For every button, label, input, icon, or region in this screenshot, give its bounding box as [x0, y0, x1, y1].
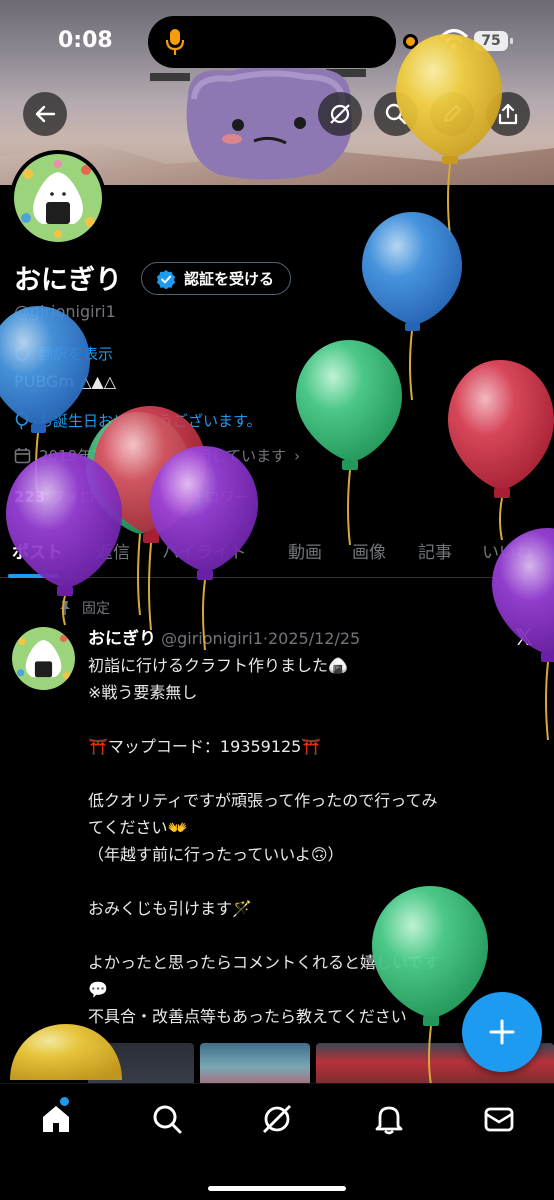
status-bar: 0:08 75: [0, 0, 554, 84]
status-time: 0:08: [58, 28, 113, 53]
post-line: 💬: [88, 980, 108, 999]
post-line: [88, 868, 538, 895]
post-line: てください👐: [88, 818, 188, 837]
bottom-navigation: [0, 1083, 554, 1200]
translate-label: 翻訳を表示: [38, 345, 114, 363]
pinned-indicator: 固定: [58, 598, 110, 618]
home-notification-dot: [60, 1097, 69, 1106]
notifications-icon[interactable]: [372, 1102, 406, 1136]
compose-post-button[interactable]: [462, 992, 542, 1072]
privacy-indicator-dot: [403, 34, 418, 49]
joined-date[interactable]: 2019年10月からXを利用しています ›: [14, 445, 300, 466]
post-line: [88, 706, 538, 733]
pinned-label: 固定: [82, 601, 110, 617]
following-count: 223: [14, 488, 46, 506]
followers-label: フォロワー: [174, 488, 250, 506]
balloon-green: [296, 340, 402, 546]
balloon-icon: [15, 411, 29, 429]
balloon-blue: [0, 306, 90, 501]
share-icon: [498, 103, 518, 125]
tab-posts[interactable]: ポスト: [12, 538, 63, 563]
post-line: [88, 760, 538, 787]
profile-handle: @girionigiri1: [14, 302, 116, 321]
pin-icon: [60, 601, 70, 615]
birthday-message: お誕生日おめでとうございます。: [14, 410, 262, 431]
translate-bio-link[interactable]: 翻訳を表示: [14, 343, 113, 364]
followers-count: 33: [149, 488, 170, 506]
balloon-red: [448, 360, 554, 541]
search-icon[interactable]: [150, 1102, 184, 1136]
joined-text: 2019年10月からXを利用しています: [39, 447, 287, 465]
onigiri-avatar-image: [14, 154, 102, 242]
post-line: [88, 922, 538, 949]
microphone-icon: [166, 29, 184, 55]
grok-icon[interactable]: [260, 1102, 294, 1136]
balloon-green: [86, 412, 190, 616]
post-date[interactable]: 2025/12/25: [268, 629, 360, 648]
dynamic-island: [148, 16, 396, 68]
post-line: ⛩️マップコード：19359125⛩️: [88, 737, 322, 756]
post-line: よかったと思ったらコメントくれると嬉しいです: [88, 953, 440, 972]
translate-icon: [15, 346, 29, 361]
following-label: フォロー中: [50, 488, 126, 506]
tab-articles[interactable]: 記事: [418, 538, 452, 563]
grok-icon: [330, 104, 350, 124]
get-verified-label: 認証を受ける: [184, 270, 275, 288]
follow-stats: 223 フォロー中 33 フォロワー: [14, 486, 250, 507]
back-button[interactable]: [23, 92, 67, 136]
battery-indicator: 75: [474, 31, 513, 51]
post-header: おにぎり @girionigiri1·2025/12/25: [88, 629, 361, 649]
onigiri-avatar-image: [12, 627, 75, 690]
grok-button[interactable]: [318, 92, 362, 136]
home-indicator: [208, 1186, 346, 1191]
balloon-blue: [362, 212, 462, 401]
profile-display-name: おにぎり: [14, 265, 122, 296]
verified-badge-icon: [156, 269, 176, 289]
followers-link[interactable]: 33 フォロワー: [149, 486, 250, 507]
post-line: おみくじも引けます🪄: [88, 899, 252, 918]
active-tab-indicator: [8, 574, 58, 578]
post-line: 低クオリティですが頑張って作ったので行ってみ: [88, 791, 438, 810]
tab-replies[interactable]: 返信: [96, 538, 130, 563]
balloon-red: [94, 406, 206, 631]
x-logo-icon: 𝕏: [515, 626, 533, 651]
media-thumbnail[interactable]: [200, 1043, 310, 1083]
search-icon: [385, 103, 407, 125]
tab-videos[interactable]: 動画: [288, 538, 322, 563]
post-author-avatar[interactable]: [12, 627, 75, 690]
home-icon[interactable]: [39, 1102, 73, 1136]
birthday-text: お誕生日おめでとうございます。: [38, 412, 262, 430]
profile-bio: PUBGm △▲△: [14, 372, 117, 391]
search-button[interactable]: [374, 92, 418, 136]
share-button[interactable]: [486, 92, 530, 136]
tab-likes[interactable]: いいね: [482, 538, 533, 563]
get-verified-button[interactable]: 認証を受ける: [141, 262, 292, 295]
calendar-icon: [14, 448, 31, 464]
profile-tabs: ポスト 返信 ハイライト 動画 画像 記事 いいね: [0, 530, 554, 578]
post-line: （年越す前に行ったっていいよ🙃）: [88, 845, 344, 864]
tab-images[interactable]: 画像: [352, 538, 386, 563]
post-line: 初詣に行けるクラフト作りました🍙: [88, 656, 348, 675]
following-link[interactable]: 223 フォロー中: [14, 486, 125, 507]
post-line: ※戦う要素無し: [88, 683, 198, 702]
edit-button[interactable]: [430, 92, 474, 136]
post-author-name[interactable]: おにぎり: [88, 629, 156, 649]
profile-avatar[interactable]: [10, 150, 106, 246]
chevron-right-icon: ›: [294, 446, 301, 465]
wifi-icon: [440, 28, 468, 49]
post-text[interactable]: 初詣に行けるクラフト作りました🍙 ※戦う要素無し ⛩️マップコード：193591…: [88, 652, 538, 1030]
messages-icon[interactable]: [482, 1102, 516, 1136]
media-thumbnail[interactable]: [88, 1043, 194, 1083]
post-author-handle[interactable]: @girionigiri1: [161, 629, 263, 648]
plus-icon: [489, 1019, 515, 1045]
arrow-left-icon: [35, 105, 56, 123]
tab-highlights[interactable]: ハイライト: [162, 538, 247, 563]
pencil-icon: [444, 105, 461, 122]
